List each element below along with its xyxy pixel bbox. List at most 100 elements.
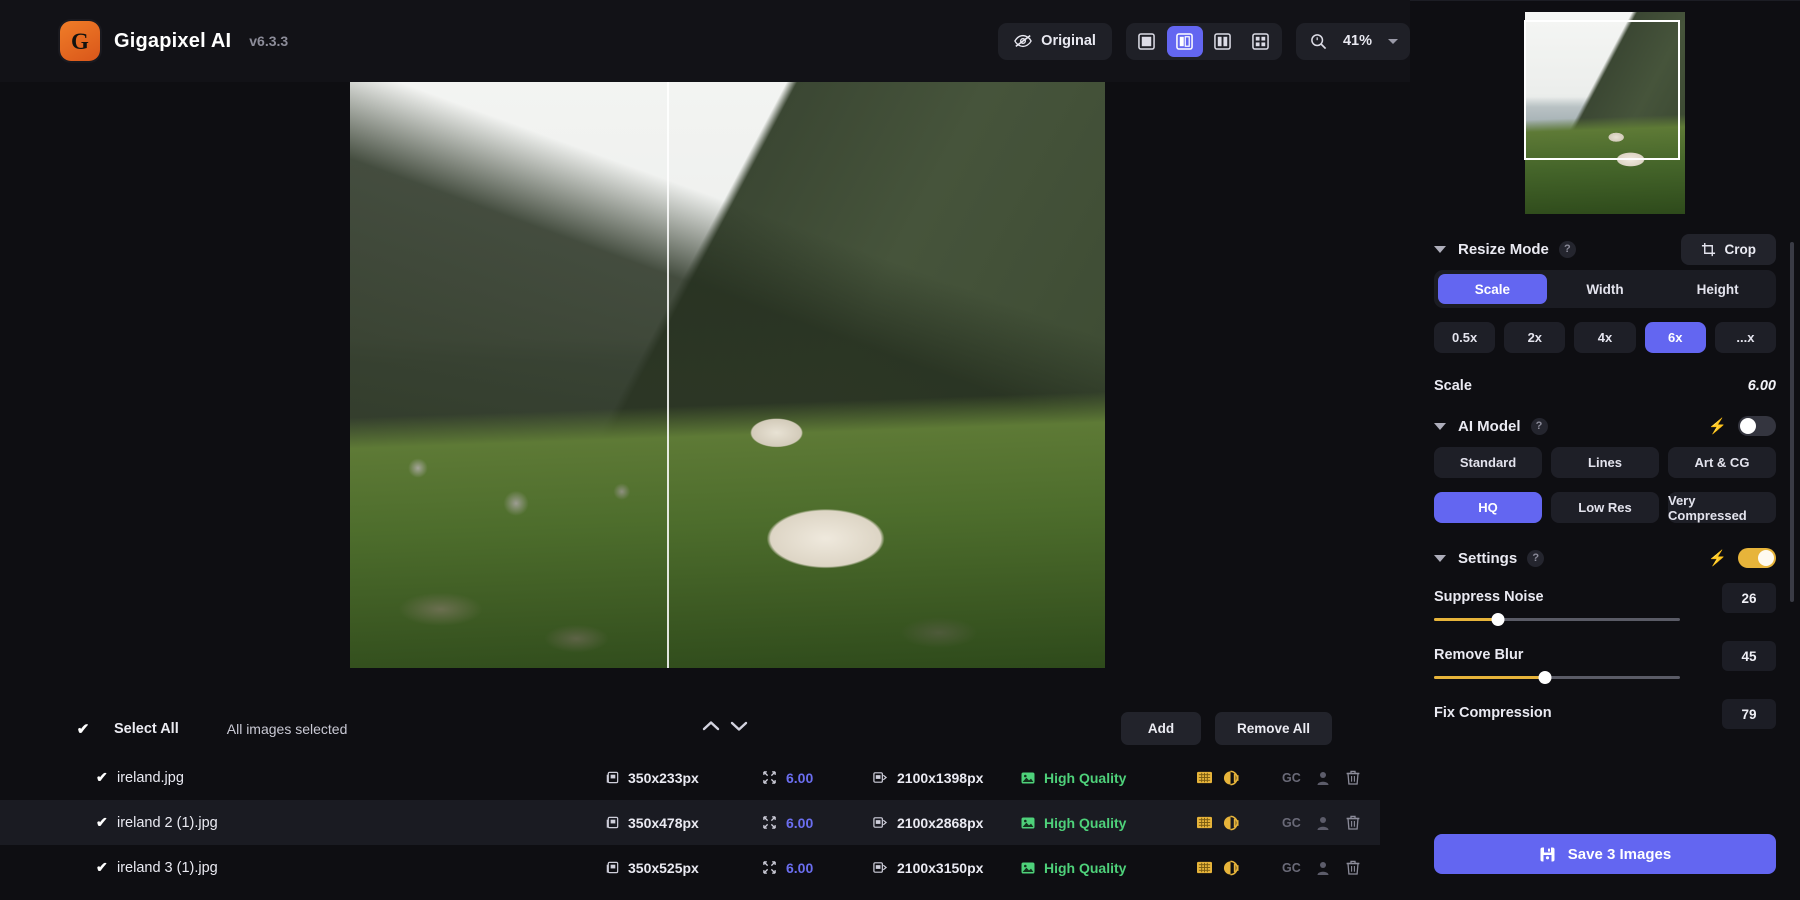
quality-cell: High Quality	[1020, 770, 1126, 786]
zoom-level-value: 41%	[1343, 33, 1372, 49]
navigator-viewport-rect[interactable]	[1524, 20, 1680, 160]
delete-icon[interactable]	[1345, 769, 1361, 786]
model-low-res[interactable]: Low Res	[1551, 492, 1659, 523]
view-mode-single-button[interactable]	[1129, 26, 1165, 57]
quality-cell: High Quality	[1020, 860, 1126, 876]
scale-preset-4x[interactable]: 4x	[1574, 322, 1635, 353]
save-disk-icon	[1539, 846, 1556, 863]
model-lines[interactable]: Lines	[1551, 447, 1659, 478]
file-name: ireland 3 (1).jpg	[117, 860, 218, 876]
resize-mode-height-option[interactable]: Height	[1663, 274, 1772, 304]
split-divider-handle[interactable]	[667, 82, 669, 668]
face-recovery-icon[interactable]	[1315, 770, 1331, 786]
chevron-down-icon[interactable]	[1434, 555, 1446, 562]
fix-compression-value[interactable]: 79	[1722, 699, 1776, 729]
toggle-original-button[interactable]: Original	[998, 23, 1112, 60]
quality-image-icon	[1020, 770, 1036, 786]
ai-model-auto-toggle[interactable]	[1738, 416, 1776, 436]
suppress-noise-slider-block: Suppress Noise 26	[1434, 589, 1776, 621]
scale-value[interactable]: 6.00	[1748, 378, 1776, 394]
settings-header[interactable]: Settings ? ⚡	[1434, 537, 1776, 579]
scale-preset-2x[interactable]: 2x	[1504, 322, 1565, 353]
remove-blur-slider-block: Remove Blur 45	[1434, 647, 1776, 679]
texture-detail-icon[interactable]	[1196, 815, 1213, 830]
select-all-checkbox[interactable]: ✔	[74, 720, 92, 738]
face-recovery-icon[interactable]	[1315, 860, 1331, 876]
ai-model-header[interactable]: AI Model ? ⚡	[1434, 405, 1776, 447]
view-mode-grid-button[interactable]	[1243, 26, 1279, 57]
file-name: ireland 2 (1).jpg	[117, 815, 218, 831]
chevron-up-icon[interactable]	[700, 718, 722, 734]
source-size-cell: 350x478px	[605, 815, 699, 831]
zoom-control[interactable]: 41%	[1296, 23, 1410, 60]
contrast-adjust-icon[interactable]	[1222, 770, 1240, 786]
app-version: v6.3.3	[249, 33, 288, 49]
output-size-cell: 2100x1398px	[872, 770, 983, 786]
lightning-icon: ⚡	[1708, 419, 1727, 434]
table-row[interactable]: ✔ ireland.jpg 350x233px	[0, 755, 1380, 800]
delete-icon[interactable]	[1345, 814, 1361, 831]
resize-mode-width-option[interactable]: Width	[1551, 274, 1660, 304]
scale-value-row: Scale 6.00	[1434, 367, 1776, 405]
remove-blur-slider[interactable]	[1434, 676, 1680, 679]
remove-blur-value[interactable]: 45	[1722, 641, 1776, 671]
resize-mode-title: Resize Mode	[1458, 241, 1549, 258]
face-recovery-icon[interactable]	[1315, 815, 1331, 831]
top-toolbar-controls: Original	[998, 23, 1410, 60]
suppress-noise-value[interactable]: 26	[1722, 583, 1776, 613]
output-size-value: 2100x3150px	[897, 860, 983, 876]
delete-icon[interactable]	[1345, 859, 1361, 876]
resize-mode-scale-option[interactable]: Scale	[1438, 274, 1547, 304]
gc-label[interactable]: GC	[1282, 816, 1301, 830]
model-art-and-cg[interactable]: Art & CG	[1668, 447, 1776, 478]
model-very-compressed[interactable]: Very Compressed	[1668, 492, 1776, 523]
resize-mode-header[interactable]: Resize Mode ? Crop	[1434, 228, 1776, 270]
texture-detail-icon[interactable]	[1196, 770, 1213, 785]
navigator-thumbnail[interactable]	[1525, 12, 1685, 214]
crop-button[interactable]: Crop	[1681, 234, 1777, 265]
help-icon[interactable]: ?	[1531, 418, 1548, 435]
view-mode-side-by-side-button[interactable]	[1205, 26, 1241, 57]
side-by-side-icon	[1214, 33, 1231, 50]
gigapixel-logo-icon: G	[60, 21, 100, 61]
row-checkbox[interactable]: ✔	[0, 769, 96, 786]
add-images-button[interactable]: Add	[1121, 712, 1201, 745]
chevron-down-icon[interactable]	[1434, 423, 1446, 430]
help-icon[interactable]: ?	[1559, 241, 1576, 258]
ai-model-row-2: HQ Low Res Very Compressed	[1434, 492, 1776, 523]
chevron-down-icon[interactable]	[1434, 246, 1446, 253]
view-mode-split-button[interactable]	[1167, 26, 1203, 57]
image-canvas[interactable]	[350, 82, 1105, 668]
scale-value: 6.00	[786, 770, 813, 786]
single-pane-icon	[1138, 33, 1155, 50]
gigapixel-app-window: G Gigapixel AI v6.3.3 Original	[0, 0, 1800, 900]
table-row[interactable]: ✔ ireland 2 (1).jpg 350x478px	[0, 800, 1380, 845]
contrast-adjust-icon[interactable]	[1222, 815, 1240, 831]
panel-scroll-area[interactable]: Resize Mode ? Crop Scale	[1410, 228, 1800, 820]
save-images-button[interactable]: Save 3 Images	[1434, 834, 1776, 874]
chevron-down-icon[interactable]	[728, 718, 750, 734]
gc-label[interactable]: GC	[1282, 771, 1301, 785]
scale-label: Scale	[1434, 378, 1472, 394]
row-checkbox[interactable]: ✔	[0, 859, 96, 876]
scale-preset-custom[interactable]: ...x	[1715, 322, 1776, 353]
scale-preset-6x[interactable]: 6x	[1645, 322, 1706, 353]
gc-label[interactable]: GC	[1282, 861, 1301, 875]
remove-all-button[interactable]: Remove All	[1215, 712, 1332, 745]
model-hq[interactable]: HQ	[1434, 492, 1542, 523]
quality-image-icon	[1020, 860, 1036, 876]
file-name: ireland.jpg	[117, 770, 184, 786]
contrast-adjust-icon[interactable]	[1222, 860, 1240, 876]
help-icon[interactable]: ?	[1527, 550, 1544, 567]
model-standard[interactable]: Standard	[1434, 447, 1542, 478]
texture-detail-icon[interactable]	[1196, 860, 1213, 875]
output-size-value: 2100x1398px	[897, 770, 983, 786]
settings-auto-toggle[interactable]	[1738, 548, 1776, 568]
select-all-label: Select All	[114, 721, 179, 737]
scale-preset-0-5x[interactable]: 0.5x	[1434, 322, 1495, 353]
suppress-noise-slider[interactable]	[1434, 618, 1680, 621]
panel-scrollbar[interactable]	[1790, 242, 1794, 602]
table-row[interactable]: ✔ ireland 3 (1).jpg 350x525px	[0, 845, 1380, 890]
chevron-down-icon[interactable]	[1388, 39, 1398, 44]
row-checkbox[interactable]: ✔	[0, 814, 96, 831]
